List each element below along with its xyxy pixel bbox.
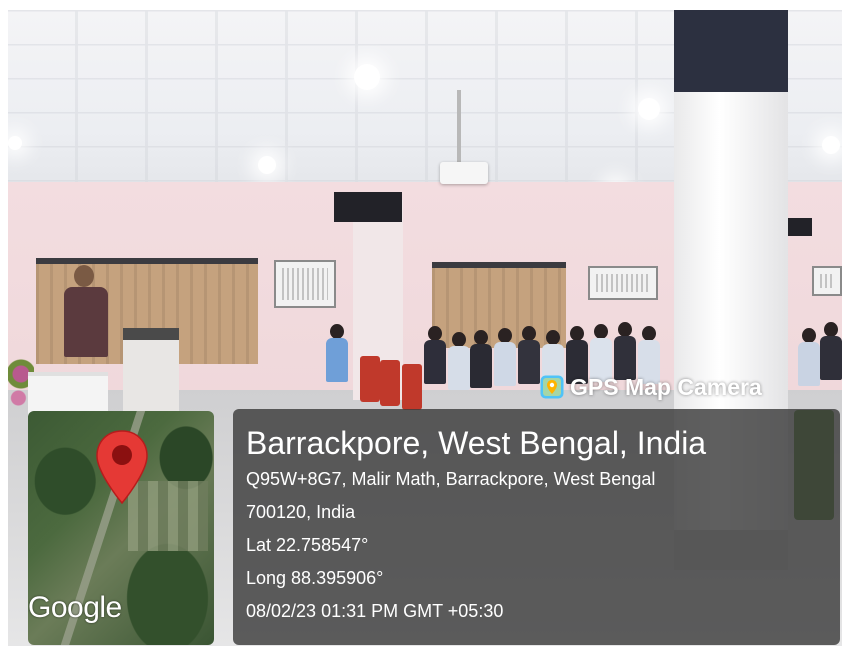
address-line-1: Q95W+8G7, Malir Math, Barrackpore, West … [246,469,656,489]
app-badge: GPS Map Camera [540,369,762,405]
wall-speaker [786,218,812,236]
projector [440,162,488,184]
air-conditioner [274,260,336,308]
red-chair [380,360,400,406]
air-conditioner [812,266,842,296]
app-name: GPS Map Camera [570,373,762,400]
address-line-2: 700120, India [246,502,356,522]
red-chair [360,356,380,402]
seated-person [326,324,348,384]
map-provider-label: Google [28,591,122,624]
ceiling-light [258,156,276,174]
wall-speaker [334,192,402,222]
presenter-head [74,265,94,287]
seated-person [820,322,842,382]
ceiling-light [354,64,380,90]
ceiling-light [822,136,840,154]
projector-mount [457,90,461,168]
red-chair [402,364,422,410]
pillar-top [674,10,788,92]
location-pin-icon [96,430,148,505]
seated-person [518,326,540,386]
ceiling-light [8,136,22,150]
map-thumbnail: Google [28,411,214,645]
seated-person [448,332,470,392]
podium [123,328,179,414]
location-info-panel: Barrackpore, West Bengal, India Q95W+8G7… [233,409,840,645]
air-conditioner [588,266,658,300]
ceiling-light [638,98,660,120]
photo-frame: Google GPS Map Camera Barrackpore, West … [0,0,850,653]
seated-person [494,328,516,388]
seated-person [470,330,492,390]
presenter-body [64,287,108,357]
timestamp: 08/02/23 01:31 PM GMT +05:30 [246,601,504,621]
longitude-readout: Long 88.395906° [246,568,384,588]
place-title: Barrackpore, West Bengal, India [246,425,707,461]
seated-person [798,328,820,388]
latitude-readout: Lat 22.758547° [246,535,369,555]
seated-person [424,326,446,386]
map-pin-app-icon [540,375,564,399]
presenter [64,265,108,385]
